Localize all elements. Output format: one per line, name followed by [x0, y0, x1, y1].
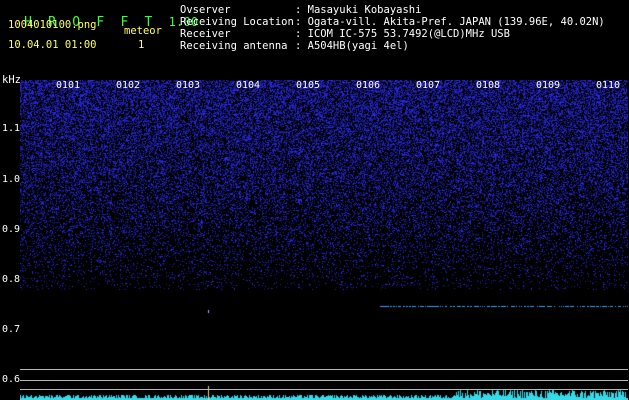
y-tick: 1.1: [2, 123, 21, 134]
meteor-count: 1: [138, 39, 145, 51]
info-value: : A504HB(yagi 4el): [295, 40, 409, 52]
time-tick: 0105: [296, 80, 321, 91]
info-label: Receiver: [180, 28, 231, 40]
time-tick: 0103: [176, 80, 201, 91]
time-tick: 0107: [416, 80, 441, 91]
info-label: Receiving Location: [180, 16, 294, 28]
meteor-label: meteor: [124, 25, 162, 37]
info-value: : Masayuki Kobayashi: [295, 4, 422, 16]
grid-line: [20, 380, 628, 381]
grid-line: [20, 369, 628, 370]
time-tick: 0108: [476, 80, 501, 91]
time-tick: 0104: [236, 80, 261, 91]
y-unit-label: kHz: [2, 74, 21, 86]
file-name: 1004010100.png: [8, 19, 97, 31]
y-tick: 0.6: [2, 374, 21, 385]
file-datetime: 10.04.01 01:00: [8, 39, 97, 51]
time-tick: 0102: [116, 80, 141, 91]
time-tick: 0110: [596, 80, 621, 91]
info-value: : ICOM IC-575 53.7492(@LCD)MHz USB: [295, 28, 510, 40]
spectrogram-plot: [20, 80, 628, 400]
title-letter: F: [96, 15, 105, 30]
y-tick: 0.9: [2, 224, 21, 235]
time-tick: 0109: [536, 80, 561, 91]
y-tick: 0.7: [2, 324, 21, 335]
info-label: Ovserver: [180, 4, 231, 16]
time-tick: 0101: [56, 80, 81, 91]
grid-line: [20, 389, 628, 390]
y-tick: 0.8: [2, 274, 21, 285]
info-label: Receiving antenna: [180, 40, 288, 52]
time-tick: 0106: [356, 80, 381, 91]
info-value: : Ogata-vill. Akita-Pref. JAPAN (139.96E…: [295, 16, 605, 28]
y-tick: 1.0: [2, 174, 21, 185]
